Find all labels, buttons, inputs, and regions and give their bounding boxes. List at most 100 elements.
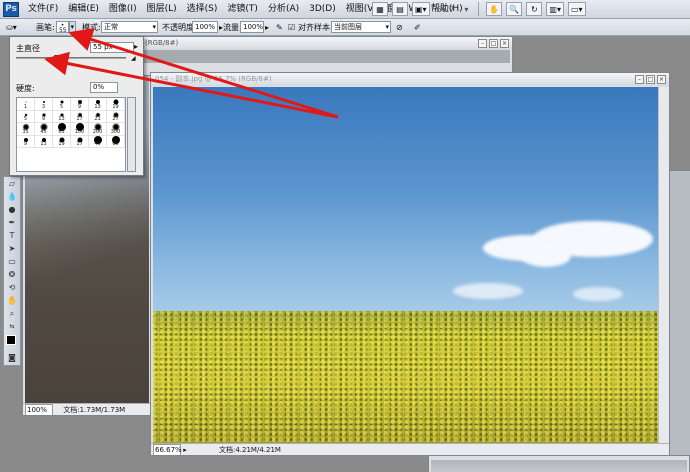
dodge-tool-icon[interactable]: ● — [4, 204, 20, 216]
ignore-adjustment-icon[interactable]: ⊘ — [396, 21, 403, 34]
document-window-right[interactable] — [668, 170, 690, 470]
airbrush-icon[interactable]: ✎ — [276, 21, 283, 34]
minimize-icon[interactable]: – — [635, 75, 644, 84]
brush-preset-item[interactable]: 300 — [107, 123, 125, 136]
brush-preset-item[interactable]: 45 — [35, 123, 53, 136]
mode-select[interactable]: 正常 ▾ — [101, 21, 158, 33]
document-title[interactable]: 054 - 副本.jpg @ 66.7% (RGB/8#) — [151, 73, 669, 86]
align-checkbox[interactable]: ☑ — [288, 21, 295, 34]
quick-mask-icon[interactable]: ◙ — [4, 352, 20, 364]
hardness-input[interactable]: 0% — [90, 82, 118, 93]
3d-orbit-icon[interactable]: ⟲ — [4, 282, 20, 294]
arrange-documents-icon[interactable]: ▥▾ — [546, 2, 564, 16]
slider-thumb[interactable] — [54, 55, 62, 61]
tablet-pressure-icon[interactable]: ✐ — [414, 21, 421, 34]
shape-tool-icon[interactable]: ▭ — [4, 256, 20, 268]
zoom-field[interactable]: 66.67% — [153, 444, 182, 455]
zoom-dropdown-icon[interactable]: ▾ — [461, 5, 471, 14]
brush-preset-item[interactable]: 65 — [107, 135, 125, 148]
close-icon[interactable]: × — [500, 39, 509, 48]
brush-preset-item[interactable]: 13 — [35, 135, 53, 148]
brush-picker-toggle[interactable]: ▾ — [69, 21, 76, 33]
menu-filter[interactable]: 滤镜(T) — [222, 0, 263, 18]
brush-preset-item[interactable]: 17 — [71, 135, 89, 148]
resize-handle-icon[interactable]: ◢ — [131, 55, 136, 62]
path-selection-icon[interactable]: ➤ — [4, 243, 20, 255]
maximize-icon[interactable]: □ — [489, 39, 498, 48]
brush-preset-item[interactable]: 17 — [71, 110, 89, 123]
brush-preset-item[interactable]: 5 — [17, 110, 35, 123]
menu-image[interactable]: 图像(I) — [104, 0, 142, 18]
zoom-tool-icon[interactable]: ⌕ — [4, 308, 20, 320]
close-icon[interactable]: × — [657, 75, 666, 84]
brush-preset-item[interactable]: 45 — [89, 135, 107, 148]
brush-preset-item[interactable]: 200 — [89, 123, 107, 136]
bridge-icon[interactable]: ▦ — [372, 2, 388, 16]
cloud — [521, 245, 571, 267]
status-arrow-icon[interactable]: ▸ — [183, 446, 187, 454]
brush-preset-item[interactable]: 9 — [17, 135, 35, 148]
flow-dropdown-icon[interactable]: ▸ — [265, 21, 269, 34]
brush-preset-item[interactable]: 27 — [107, 110, 125, 123]
sample-select[interactable]: 当前图层 ▾ — [331, 21, 391, 33]
menu-file[interactable]: 文件(F) — [23, 0, 63, 18]
screen-mode-icon[interactable]: ▭▾ — [567, 2, 586, 16]
blur-tool-icon[interactable]: 💧 — [4, 191, 20, 203]
status-bar: 100% 文档:1.73M/1.73M — [23, 403, 151, 415]
cloud — [453, 283, 523, 299]
vertical-scrollbar[interactable] — [658, 87, 669, 443]
brush-preset-item[interactable]: 9 — [71, 98, 89, 111]
brush-preset-item[interactable]: 3 — [35, 98, 53, 111]
rotate-view-icon[interactable]: ↻ — [526, 2, 543, 16]
document-window-second[interactable]: (RGB/8#) – □ × — [140, 36, 513, 76]
brush-preset-item[interactable]: 13 — [89, 98, 107, 111]
flow-label: 流量: — [223, 23, 242, 32]
diameter-slider[interactable] — [16, 55, 126, 61]
brush-preset-item[interactable]: 1 — [17, 98, 35, 111]
mini-bridge-icon[interactable]: ▤ — [392, 2, 408, 16]
brush-preview[interactable]: • 55 — [56, 21, 69, 34]
opacity-input[interactable]: 100% — [192, 21, 218, 33]
sample-label: 样本: — [314, 23, 333, 32]
eraser-tool-icon[interactable]: ▱ — [4, 178, 20, 190]
brush-preset-item[interactable]: 19 — [53, 135, 71, 148]
tool-preset-icon[interactable]: ⛀▾ — [6, 21, 17, 34]
brush-size-label: 35 — [22, 128, 29, 135]
brush-preset-item[interactable]: 35 — [17, 123, 35, 136]
brush-preset-item[interactable]: 19 — [107, 98, 125, 111]
menu-analysis[interactable]: 分析(A) — [263, 0, 304, 18]
brush-preset-item[interactable]: 65 — [53, 123, 71, 136]
zoom-level[interactable]: 66.7 — [434, 5, 458, 14]
brush-size-label: 300 — [110, 128, 121, 135]
type-tool-icon[interactable]: T — [4, 230, 20, 242]
3d-rotate-icon[interactable]: ❂ — [4, 269, 20, 281]
pen-tool-icon[interactable]: ✒ — [4, 217, 20, 229]
menu-layer[interactable]: 图层(L) — [142, 0, 182, 18]
brush-preset-item[interactable]: 13 — [53, 110, 71, 123]
swap-colors-icon[interactable]: ⇆ — [4, 321, 20, 333]
minimize-icon[interactable]: – — [478, 39, 487, 48]
document-title[interactable]: (RGB/8#) — [141, 37, 512, 50]
menu-select[interactable]: 选择(S) — [182, 0, 223, 18]
master-diameter-input[interactable]: 55 px — [90, 42, 134, 53]
document-window-bottom[interactable] — [428, 455, 690, 472]
brush-preset-item[interactable]: 9 — [35, 110, 53, 123]
foreground-color-swatch[interactable] — [6, 335, 16, 345]
zoom-field[interactable]: 100% — [25, 404, 53, 415]
panel-menu-icon[interactable]: ▸ — [134, 42, 138, 51]
hand-tool-icon[interactable]: ✋ — [486, 2, 503, 16]
zoom-tool-icon[interactable]: 🔍 — [506, 2, 523, 16]
menu-edit[interactable]: 编辑(E) — [63, 0, 104, 18]
flow-input[interactable]: 100% — [240, 21, 264, 33]
menu-3d[interactable]: 3D(D) — [304, 0, 341, 18]
brush-size-label: 9 — [41, 116, 46, 122]
hand-tool-icon[interactable]: ✋ — [4, 295, 20, 307]
brush-preset-item[interactable]: 5 — [53, 98, 71, 111]
document-window-main[interactable]: 054 - 副本.jpg @ 66.7% (RGB/8#) – □ × 66.6… — [150, 72, 670, 456]
brush-size-label: 200 — [92, 128, 103, 135]
brush-preset-item[interactable]: 21 — [89, 110, 107, 123]
view-extras-icon[interactable]: ▣▾ — [412, 2, 430, 16]
brush-preset-item[interactable]: 100 — [71, 123, 89, 136]
maximize-icon[interactable]: □ — [646, 75, 655, 84]
preset-scrollbar[interactable] — [127, 97, 136, 172]
